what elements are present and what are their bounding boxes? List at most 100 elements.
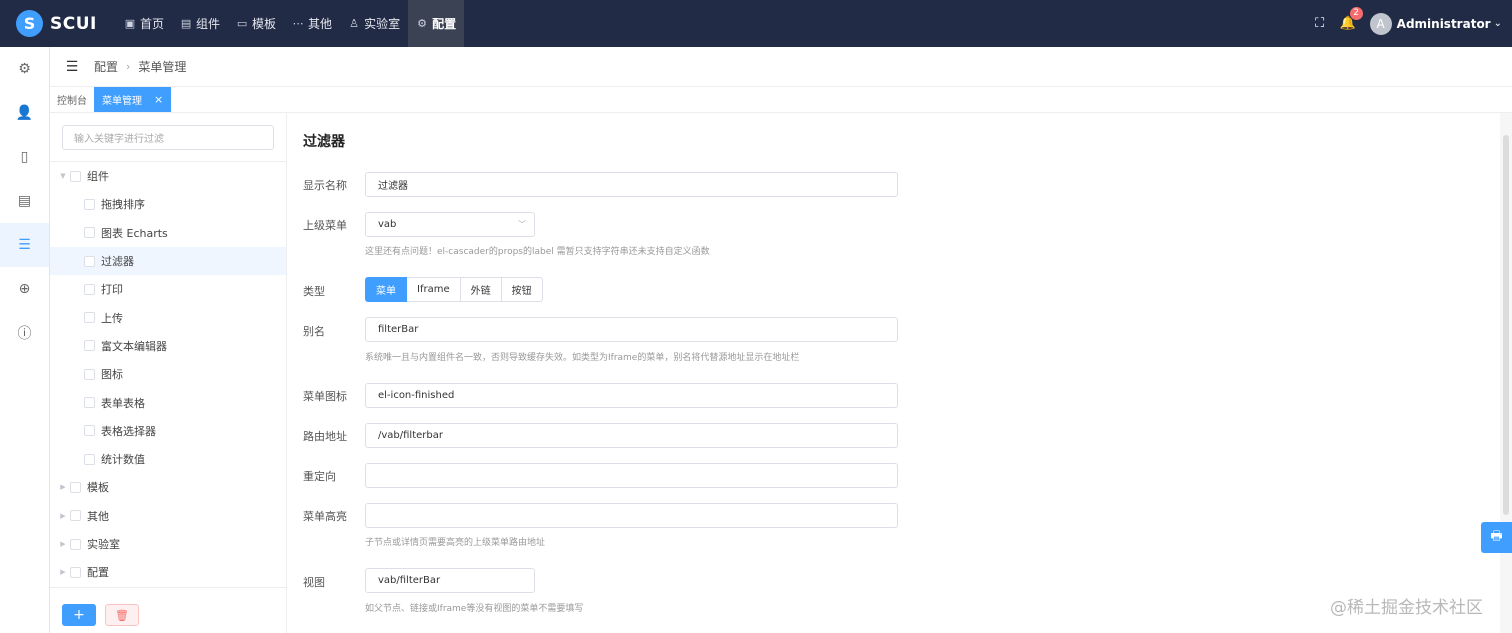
component-icon: ▤ <box>180 17 192 30</box>
menu-toggle-icon[interactable]: ☰ <box>50 59 94 75</box>
tree-checkbox[interactable] <box>70 481 81 493</box>
alias-label: 别名 <box>303 325 325 338</box>
delete-menu-button[interactable]: 🗑 <box>105 604 139 626</box>
tag-label: 菜单管理 <box>102 96 142 107</box>
view-input[interactable]: vab/filterBar <box>365 568 535 593</box>
tree-checkbox[interactable] <box>70 510 81 522</box>
tree-filter-input[interactable]: 输入关键字进行过滤 <box>62 125 274 150</box>
tree-node-label: 拖拽排序 <box>101 198 145 212</box>
book-icon[interactable]: ▯ <box>0 135 49 179</box>
tree-actions: + 🗑 <box>50 587 286 633</box>
tree-node[interactable]: 上传 <box>50 303 286 331</box>
topnav-label: 组件 <box>196 17 221 31</box>
info-icon[interactable]: ⓘ <box>0 311 49 355</box>
tree-node-label: 模板 <box>87 481 109 495</box>
logo-icon: S <box>16 10 43 37</box>
tree-node-label: 富文本编辑器 <box>101 339 167 353</box>
brand-logo[interactable]: S SCUI <box>0 0 116 47</box>
type-option[interactable]: 外链 <box>460 277 502 302</box>
scrollbar[interactable] <box>1500 113 1512 633</box>
tag-dashboard[interactable]: 控制台 <box>50 87 94 112</box>
breadcrumb-parent[interactable]: 配置 <box>94 58 118 75</box>
tree-checkbox[interactable] <box>84 340 95 352</box>
layout-settings-icon[interactable]: 🖶 <box>1481 522 1512 553</box>
tree-node[interactable]: 打印 <box>50 275 286 303</box>
tree-node[interactable]: ▼ 组件 <box>50 162 286 190</box>
tree-checkbox[interactable] <box>84 198 95 210</box>
tree-checkbox[interactable] <box>84 453 95 465</box>
type-option[interactable]: 按钮 <box>501 277 543 302</box>
tree-checkbox[interactable] <box>84 312 95 324</box>
type-option[interactable]: 菜单 <box>365 277 407 302</box>
tree-node[interactable]: 表格选择器 <box>50 417 286 445</box>
menu-icon[interactable]: ☰ <box>0 223 49 267</box>
tree-checkbox[interactable] <box>84 227 95 239</box>
home-icon: ▣ <box>124 17 136 30</box>
topnav-item-5[interactable]: ⚙ 配置 <box>408 0 465 47</box>
topnav-label: 首页 <box>140 17 165 31</box>
caret-down-icon[interactable]: ▼ <box>57 172 69 180</box>
tree-node[interactable]: ▶ 实验室 <box>50 530 286 558</box>
highlight-input[interactable] <box>365 503 898 528</box>
topnav-item-1[interactable]: ▤ 组件 <box>172 0 228 47</box>
caret-right-icon[interactable]: ▶ <box>57 568 69 576</box>
add-menu-button[interactable]: + <box>62 604 96 626</box>
tree-node[interactable]: 图标 <box>50 360 286 388</box>
parent-menu-select[interactable]: vab ﹀ <box>365 212 535 237</box>
tree-node[interactable]: ▶ 其他 <box>50 502 286 530</box>
tree-checkbox[interactable] <box>70 538 81 550</box>
tree-checkbox[interactable] <box>84 397 95 409</box>
tree-node[interactable]: 拖拽排序 <box>50 190 286 218</box>
watermark: @稀土掘金技术社区 <box>1330 598 1483 618</box>
tree-node-label: 表格选择器 <box>101 424 156 438</box>
topnav-item-2[interactable]: ▭ 模板 <box>228 0 284 47</box>
tree-node[interactable]: 图表 Echarts <box>50 219 286 247</box>
caret-right-icon[interactable]: ▶ <box>57 483 69 491</box>
circle-plus-icon[interactable]: ⊕ <box>0 267 49 311</box>
tree-node[interactable]: 富文本编辑器 <box>50 332 286 360</box>
tree-node[interactable]: 统计数值 <box>50 445 286 473</box>
redirect-input[interactable] <box>365 463 898 488</box>
document-icon[interactable]: ▤ <box>0 179 49 223</box>
route-input[interactable]: /vab/filterbar <box>365 423 898 448</box>
user-name[interactable]: Administrator <box>1397 17 1491 31</box>
menu-form-panel: 过滤器 显示名称 过滤器 上级菜单 vab ﹀ 这里还有点问题！el-casca… <box>287 113 1499 633</box>
tree-checkbox[interactable] <box>84 425 95 437</box>
avatar[interactable]: A <box>1369 12 1392 35</box>
bell-icon[interactable]: 🔔 2 <box>1334 7 1363 31</box>
display-name-label: 显示名称 <box>303 179 347 192</box>
alias-input[interactable]: filterBar <box>365 317 898 342</box>
parent-menu-value: vab <box>378 219 397 230</box>
tree-node-label: 表单表格 <box>101 396 145 410</box>
chevron-down-icon[interactable]: ⌄ <box>1494 18 1502 29</box>
tree-node-label: 实验室 <box>87 538 120 551</box>
menu-icon-input[interactable]: el-icon-finished <box>365 383 898 408</box>
menu-tree: ▼ 组件拖拽排序图表 Echarts 过滤器 打印 上传富文本编辑器图标表单表格表格选择… <box>50 162 286 586</box>
tree-checkbox[interactable] <box>70 566 81 578</box>
type-option[interactable]: Iframe <box>407 277 461 302</box>
user-icon[interactable]: 👤 <box>0 91 49 135</box>
notification-badge: 2 <box>1349 7 1363 20</box>
tag-menu-management[interactable]: 菜单管理 × <box>94 87 172 112</box>
display-name-input[interactable]: 过滤器 <box>365 172 898 197</box>
tree-node-label: 统计数值 <box>101 453 145 467</box>
caret-right-icon[interactable]: ▶ <box>57 512 69 520</box>
topnav-item-3[interactable]: ⋯ 其他 <box>284 0 340 47</box>
tree-node[interactable]: ▶ 配置 <box>50 558 286 586</box>
caret-right-icon[interactable]: ▶ <box>57 540 69 548</box>
scroll-thumb[interactable] <box>1503 135 1509 515</box>
tree-node[interactable]: 表单表格 <box>50 388 286 416</box>
gear-icon[interactable]: ⚙ <box>0 47 49 91</box>
topnav-item-4[interactable]: ♙ 实验室 <box>340 0 408 47</box>
trash-icon: 🗑 <box>115 608 129 622</box>
tree-checkbox[interactable] <box>84 283 95 295</box>
tree-checkbox[interactable] <box>84 368 95 380</box>
fullscreen-icon[interactable]: ⛶ <box>1306 16 1334 31</box>
topnav-item-0[interactable]: ▣ 首页 <box>116 0 172 47</box>
tree-node[interactable]: ▶ 模板 <box>50 473 286 501</box>
tree-node[interactable]: 过滤器 <box>50 246 286 276</box>
tree-checkbox[interactable] <box>70 170 81 182</box>
topnav-label: 其他 <box>308 17 333 31</box>
close-icon[interactable]: × <box>154 93 163 106</box>
tree-checkbox[interactable] <box>84 255 95 267</box>
